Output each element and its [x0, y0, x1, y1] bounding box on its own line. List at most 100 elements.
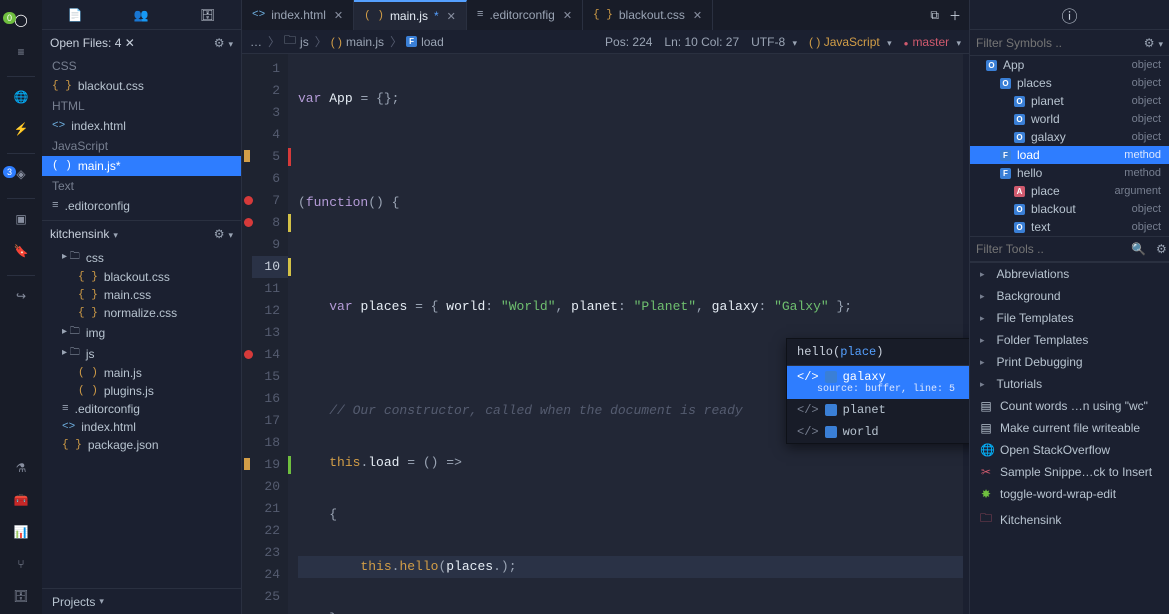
tool-wc[interactable]: ▤Count words …n using "wc": [970, 395, 1169, 417]
symbol-text[interactable]: Otextobject: [970, 218, 1169, 236]
activity-panel-icon[interactable]: ▣: [5, 205, 37, 233]
crumb-file[interactable]: main.js: [346, 35, 384, 49]
autocomplete-popup: hello(place) </>galaxyobject source: buf…: [786, 338, 969, 444]
tab-main[interactable]: ( )main.js *✕: [354, 0, 467, 30]
tool-writable[interactable]: ▤Make current file writeable: [970, 417, 1169, 439]
open-file-blackout[interactable]: { }blackout.css: [42, 76, 241, 96]
projects-selector[interactable]: Projects▾: [42, 588, 241, 614]
close-icon[interactable]: ✕: [447, 10, 456, 23]
tree-folder-css[interactable]: ▸ 🗀css: [42, 247, 241, 268]
tool-cat-tut[interactable]: ▸Tutorials: [970, 373, 1169, 395]
autocomplete-item-galaxy[interactable]: </>galaxyobject source: buffer, line: 5p…: [787, 366, 969, 399]
status-encoding[interactable]: UTF-8 ▾: [751, 35, 797, 49]
tool-cat-abbrev[interactable]: ▸Abbreviations: [970, 263, 1169, 285]
tree-file-editorconfig[interactable]: ≡.editorconfig: [42, 400, 241, 418]
tools-gear-icon[interactable]: ⚙▾: [1156, 242, 1169, 256]
crumb-ellipsis[interactable]: …: [250, 35, 262, 49]
activity-globe-icon[interactable]: 🌐: [5, 83, 37, 111]
symbol-blackout[interactable]: Oblackoutobject: [970, 200, 1169, 218]
tab-blackout[interactable]: { }blackout.css✕: [583, 0, 713, 30]
symbols-gear-icon[interactable]: ⚙▾: [1144, 36, 1163, 50]
tool-kitchensink[interactable]: 🗀Kitchensink: [970, 505, 1169, 534]
tool-cat-bg[interactable]: ▸Background: [970, 285, 1169, 307]
tree-file-normalize[interactable]: { }normalize.css: [42, 304, 241, 322]
signature-hint: hello(place): [787, 339, 969, 366]
sidebar-users-icon[interactable]: 👥: [134, 8, 149, 22]
tree-file-package[interactable]: { }package.json: [42, 436, 241, 454]
symbol-place[interactable]: Aplaceargument: [970, 182, 1169, 200]
group-html: HTML: [42, 96, 241, 116]
tab-add-icon[interactable]: ＋: [949, 7, 961, 24]
tools-search-icon[interactable]: 🔍: [1131, 242, 1146, 256]
code-editor[interactable]: 1234 56 789 101112 13141516 17181920 212…: [242, 54, 969, 614]
tab-bar: <>index.html✕ ( )main.js *✕ ≡.editorconf…: [242, 0, 969, 30]
tool-cat-fdtpl[interactable]: ▸Folder Templates: [970, 329, 1169, 351]
project-name[interactable]: kitchensink: [50, 227, 109, 241]
symbol-places[interactable]: Oplacesobject: [970, 74, 1169, 92]
activity-db-icon[interactable]: 🗄: [5, 582, 37, 610]
symbol-world[interactable]: Oworldobject: [970, 110, 1169, 128]
activity-toolbox-icon[interactable]: 🧰: [5, 486, 37, 514]
close-icon[interactable]: ✕: [563, 9, 572, 22]
tools-filter-input[interactable]: [976, 242, 1131, 256]
symbol-galaxy[interactable]: Ogalaxyobject: [970, 128, 1169, 146]
tool-stackoverflow[interactable]: 🌐Open StackOverflow: [970, 439, 1169, 461]
tree-file-plugins[interactable]: ( )plugins.js: [42, 382, 241, 400]
activity-tag-icon[interactable]: 🔖: [5, 237, 37, 265]
activity-bolt-icon[interactable]: ⚡: [5, 115, 37, 143]
project-gear-icon[interactable]: ⚙▾: [214, 227, 233, 241]
tree-file-blackout[interactable]: { }blackout.css: [42, 268, 241, 286]
symbol-App[interactable]: OAppobject: [970, 56, 1169, 74]
tool-cat-pdbg[interactable]: ▸Print Debugging: [970, 351, 1169, 373]
activity-flask-icon[interactable]: ⚗: [5, 454, 37, 482]
tree-folder-img[interactable]: ▸ 🗀img: [42, 322, 241, 343]
activity-bar: 0◯ ≡ 🌐 ⚡ 3◈ ▣ 🔖 ↪ ⚗ 🧰 📊 ⑂ 🗄: [0, 0, 42, 614]
status-lncol[interactable]: Ln: 10 Col: 27: [664, 35, 739, 49]
autocomplete-item-planet[interactable]: </>planetobject: [787, 399, 969, 421]
tab-index[interactable]: <>index.html✕: [242, 0, 354, 30]
status-branch[interactable]: master ▾: [904, 35, 961, 49]
autocomplete-item-world[interactable]: </>worldobject: [787, 421, 969, 443]
activity-places-icon[interactable]: 3◈: [5, 160, 37, 188]
sidebar-db-icon[interactable]: 🗄: [200, 8, 215, 22]
crumb-folder[interactable]: js: [300, 35, 309, 49]
tab-editorconfig[interactable]: ≡.editorconfig✕: [467, 0, 583, 30]
activity-explorer-icon[interactable]: 0◯: [5, 6, 37, 34]
open-files-title: Open Files: 4: [50, 36, 121, 50]
gutter[interactable]: 1234 56 789 101112 13141516 17181920 212…: [252, 54, 288, 614]
close-icon[interactable]: ✕: [334, 9, 343, 22]
symbol-load[interactable]: Floadmethod: [970, 146, 1169, 164]
activity-badge: 0: [3, 12, 16, 24]
open-file-mainjs[interactable]: ( )main.js*: [42, 156, 241, 176]
activity-list-icon[interactable]: ≡: [5, 38, 37, 66]
status-lang[interactable]: ( ) JavaScript ▾: [809, 35, 892, 49]
close-icon[interactable]: ✕: [693, 9, 702, 22]
tool-snippet[interactable]: ✂Sample Snippe…ck to Insert: [970, 461, 1169, 483]
tab-split-icon[interactable]: ⧉: [930, 8, 939, 23]
minimap[interactable]: [963, 54, 969, 614]
crumb-symbol[interactable]: load: [421, 35, 444, 49]
symbol-hello[interactable]: Fhellomethod: [970, 164, 1169, 182]
open-file-editorconfig[interactable]: ≡.editorconfig: [42, 196, 241, 216]
status-pos[interactable]: Pos: 224: [605, 35, 652, 49]
tree-folder-js[interactable]: ▸ 🗀js: [42, 343, 241, 364]
activity-chart-icon[interactable]: 📊: [5, 518, 37, 546]
tool-cat-ftpl[interactable]: ▸File Templates: [970, 307, 1169, 329]
tool-wordwrap[interactable]: ✸toggle-word-wrap-edit: [970, 483, 1169, 505]
tree-file-index[interactable]: <>index.html: [42, 418, 241, 436]
activity-branch-icon[interactable]: ⑂: [5, 550, 37, 578]
activity-share-icon[interactable]: ↪: [5, 282, 37, 310]
symbol-planet[interactable]: Oplanetobject: [970, 92, 1169, 110]
tree-file-mainjs[interactable]: ( )main.js: [42, 364, 241, 382]
tree-file-maincss[interactable]: { }main.css: [42, 286, 241, 304]
right-panel-info-icon[interactable]: ⓘ: [970, 0, 1169, 30]
close-all-icon[interactable]: ✕: [125, 36, 135, 50]
activity-places-badge: 3: [3, 166, 16, 178]
open-files-gear-icon[interactable]: ⚙▾: [214, 36, 233, 50]
open-file-index[interactable]: <>index.html: [42, 116, 241, 136]
symbols-filter-input[interactable]: [976, 36, 1140, 50]
symbols-list: OAppobjectOplacesobjectOplanetobjectOwor…: [970, 56, 1169, 236]
sidebar-file-icon[interactable]: 📄: [68, 8, 83, 22]
group-js: JavaScript: [42, 136, 241, 156]
breadcrumb-bar: … 〉🗀js 〉( )main.js 〉Fload Pos: 224 Ln: 1…: [242, 30, 969, 54]
